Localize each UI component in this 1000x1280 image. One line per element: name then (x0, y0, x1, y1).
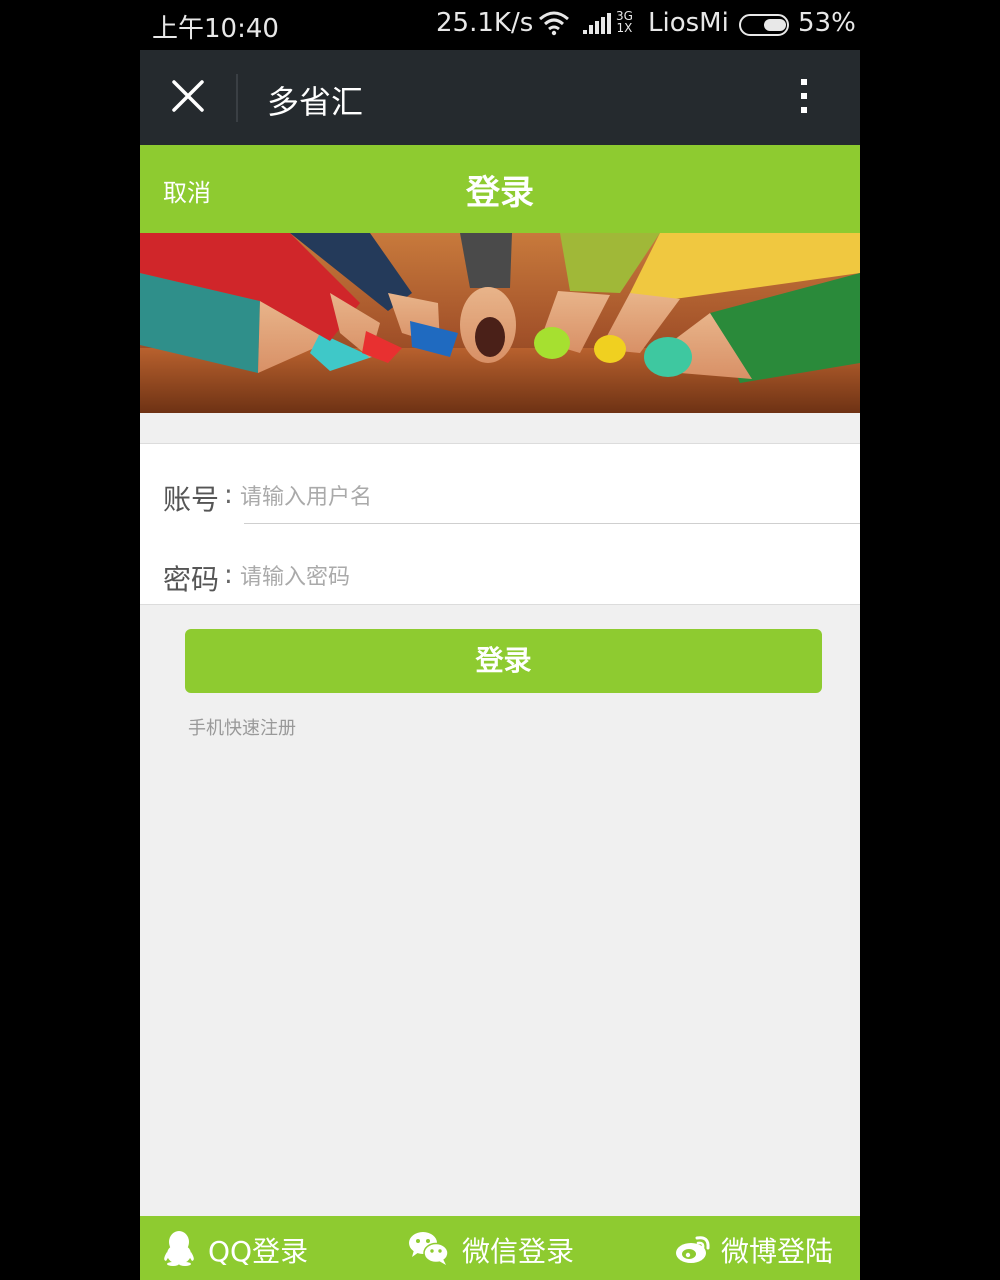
status-bar: 上午10:40 25.1K/s 3G 1X LiosMi 53% (0, 0, 1000, 50)
wechat-login-label: 微信登录 (462, 1235, 575, 1268)
weibo-icon (675, 1230, 713, 1270)
password-row: 密码 : (140, 524, 860, 604)
wifi-icon (538, 10, 570, 40)
signal-icon (583, 12, 613, 40)
weibo-login-button[interactable]: 微博登陆 (675, 1216, 855, 1280)
phone-screen: 上午10:40 25.1K/s 3G 1X LiosMi 53% 多省汇 取消 … (0, 0, 1000, 1280)
password-label: 密码 (163, 563, 220, 596)
account-label: 账号 (163, 483, 220, 516)
header-divider (236, 74, 238, 122)
password-input[interactable] (240, 560, 800, 594)
login-button[interactable]: 登录 (185, 629, 822, 693)
qq-icon (162, 1230, 196, 1270)
page-title: 登录 (466, 173, 534, 213)
register-link[interactable]: 手机快速注册 (188, 714, 296, 740)
app-content: 多省汇 取消 登录 账号: 请输入用户名 密码: 登录 手机快速注册 QQ登… (140, 50, 860, 1280)
status-network-speed: 25.1K/s (436, 8, 534, 38)
battery-fill (764, 19, 786, 31)
browser-title: 多省汇 (267, 83, 364, 121)
wechat-login-button[interactable]: 微信登录 (408, 1216, 598, 1280)
account-colon: : (224, 480, 233, 510)
login-form: 账号 : 密码 : (140, 443, 860, 605)
network-type-bottom: 1X (616, 21, 633, 35)
browser-header: 多省汇 (140, 50, 860, 145)
weibo-login-label: 微博登陆 (721, 1235, 834, 1268)
battery-icon (739, 14, 789, 36)
close-icon[interactable] (170, 78, 206, 114)
account-input[interactable] (240, 480, 800, 514)
social-login-bar: QQ登录 微信登录 微博登陆 (140, 1216, 860, 1280)
status-carrier: LiosMi (648, 8, 729, 38)
qq-login-label: QQ登录 (208, 1235, 309, 1268)
status-time: 上午10:40 (152, 14, 279, 44)
account-row: 账号 : (140, 444, 860, 524)
battery-percent: 53% (798, 8, 856, 38)
qq-login-button[interactable]: QQ登录 (162, 1216, 342, 1280)
network-type: 3G 1X (616, 10, 633, 34)
page-header: 取消 登录 (140, 145, 860, 233)
colored-pencils-image (140, 233, 860, 413)
more-vertical-icon[interactable] (792, 76, 816, 120)
wechat-icon (408, 1230, 450, 1270)
password-colon: : (224, 560, 233, 590)
